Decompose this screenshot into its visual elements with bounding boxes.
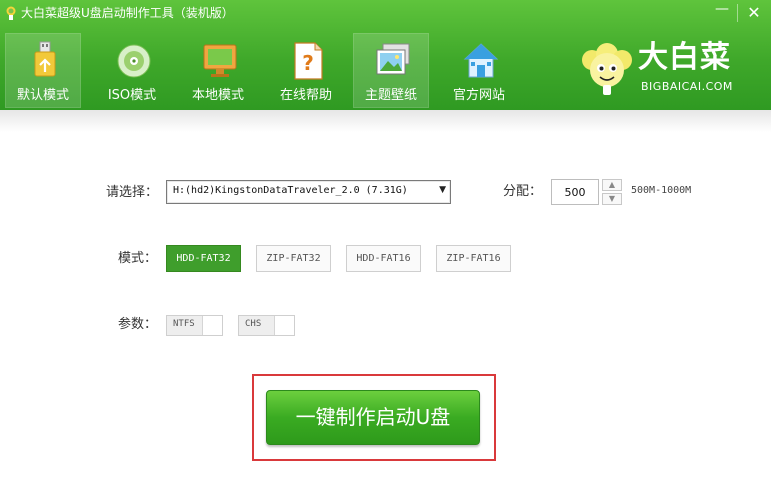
spin-down-icon[interactable]: ▼	[602, 193, 622, 205]
close-button[interactable]: ✕	[738, 0, 770, 26]
toggle-knob	[274, 316, 294, 335]
tab-default-mode[interactable]: 默认模式	[5, 33, 81, 108]
chevron-down-icon[interactable]: ▼	[439, 185, 446, 195]
tab-label: 主题壁纸	[364, 88, 417, 103]
toggle-knob	[202, 316, 222, 335]
picture-frame-icon	[376, 43, 410, 75]
svg-text:?: ?	[302, 51, 314, 75]
tab-theme-wallpaper[interactable]: 主题壁纸	[353, 33, 429, 108]
tab-online-help[interactable]: ? 在线帮助	[268, 33, 344, 108]
tab-label: 本地模式	[191, 88, 244, 103]
app-header: 大白菜超级U盘启动制作工具（装机版） — ✕ 默认模式 ISO模式 本地模式 ?…	[0, 0, 771, 110]
tab-label: 默认模式	[16, 88, 69, 103]
chs-toggle[interactable]: CHS	[238, 315, 295, 336]
brand-logo-subtext: BIGBAICAI.COM	[641, 80, 733, 93]
tab-official-site[interactable]: 官方网站	[441, 33, 517, 108]
mode-option-hdd-fat16[interactable]: HDD-FAT16	[346, 245, 421, 272]
mode-option-hdd-fat32[interactable]: HDD-FAT32	[166, 245, 241, 272]
ntfs-toggle-label: NTFS	[173, 319, 195, 329]
ntfs-toggle[interactable]: NTFS	[166, 315, 223, 336]
cabbage-mascot-icon	[582, 43, 632, 95]
one-click-make-bootable-usb-button[interactable]: 一键制作启动U盘	[266, 390, 480, 445]
device-select-label: 请选择：	[106, 185, 159, 200]
mode-label: 模式：	[118, 251, 158, 266]
tab-iso-mode[interactable]: ISO模式	[94, 33, 170, 108]
mode-option-zip-fat16[interactable]: ZIP-FAT16	[436, 245, 511, 272]
tab-label: 官方网站	[452, 88, 505, 103]
spin-up-icon[interactable]: ▲	[602, 179, 622, 191]
mode-option-zip-fat32[interactable]: ZIP-FAT32	[256, 245, 331, 272]
partition-range-hint: 500M-1000M	[631, 185, 692, 196]
device-dropdown[interactable]: H:(hd2)KingstonDataTraveler_2.0 (7.31G) …	[166, 180, 451, 204]
params-label: 参数：	[118, 317, 158, 332]
help-document-icon: ?	[294, 42, 323, 80]
brand-logo-text: 大白菜	[638, 40, 731, 75]
window-title: 大白菜超级U盘启动制作工具（装机版）	[21, 6, 234, 20]
tab-label: ISO模式	[107, 88, 157, 103]
partition-label: 分配：	[503, 184, 543, 199]
usb-drive-icon	[34, 41, 56, 77]
title-bar[interactable]: 大白菜超级U盘启动制作工具（装机版） — ✕	[0, 0, 771, 28]
disc-icon	[117, 44, 151, 78]
monitor-icon	[203, 44, 237, 77]
minimize-button[interactable]: —	[706, 0, 738, 26]
device-dropdown-value: H:(hd2)KingstonDataTraveler_2.0 (7.31G)	[173, 185, 408, 196]
partition-size-input[interactable]	[551, 179, 599, 205]
house-icon	[463, 43, 499, 78]
app-logo-icon	[6, 6, 16, 20]
tab-local-mode[interactable]: 本地模式	[180, 33, 256, 108]
header-shadow	[0, 110, 771, 132]
chs-toggle-label: CHS	[245, 319, 262, 329]
tab-label: 在线帮助	[279, 88, 332, 103]
